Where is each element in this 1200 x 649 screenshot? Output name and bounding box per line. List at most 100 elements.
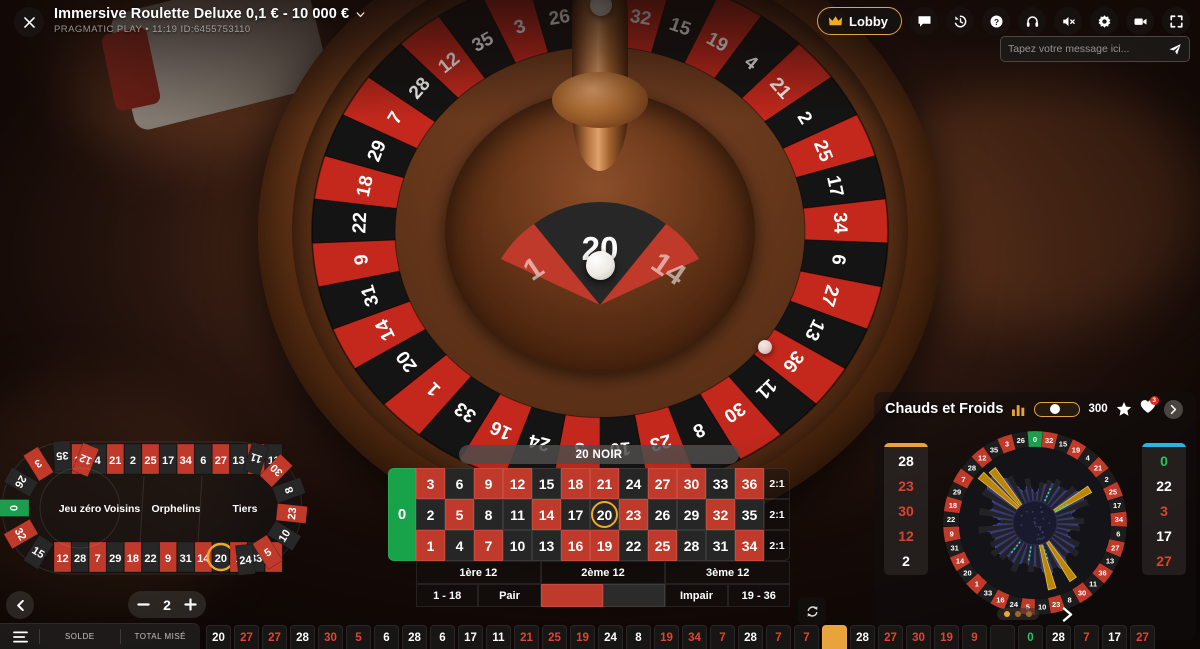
page-dot-2[interactable] [1015, 611, 1021, 617]
send-paper-plane-icon[interactable] [1168, 42, 1182, 56]
favourites-button[interactable]: 3 [1140, 399, 1156, 419]
history-chip[interactable]: 19 [570, 625, 595, 649]
history-chip[interactable] [990, 625, 1015, 649]
outside-bet-pair[interactable]: Pair [478, 584, 540, 607]
history-chip[interactable]: 7 [794, 625, 819, 649]
page-dot-1[interactable] [1004, 611, 1010, 617]
stats-page-dots[interactable] [997, 608, 1039, 620]
history-chip[interactable]: 28 [290, 625, 315, 649]
reload-bets-button[interactable] [798, 597, 826, 625]
history-chip[interactable]: 25 [542, 625, 567, 649]
bet-cell-8[interactable]: 8 [474, 499, 503, 530]
bet-cell-14[interactable]: 14 [532, 499, 561, 530]
chat-input[interactable] [1008, 43, 1168, 55]
history-chip[interactable]: 19 [654, 625, 679, 649]
bet-cell-26[interactable]: 26 [648, 499, 677, 530]
column-bet-3[interactable]: 2:1 [764, 530, 790, 561]
history-chip[interactable]: 24 [598, 625, 623, 649]
chat-button[interactable] [910, 7, 938, 35]
bet-cell-12[interactable]: 12 [503, 468, 532, 499]
history-chip[interactable]: 28 [850, 625, 875, 649]
bet-cell-13[interactable]: 13 [532, 530, 561, 561]
outside-bet-black[interactable] [603, 584, 665, 607]
bet-table[interactable]: 0 3 6 9 12 15 18 21 24 27 30 33 36 2 5 8 11 14 17 20 23 26 29… [388, 468, 790, 607]
history-chip[interactable]: 8 [626, 625, 651, 649]
racetrack-bet-area[interactable]: 1519421225173462713361112287291822931142… [0, 432, 312, 584]
history-chip[interactable]: 28 [738, 625, 763, 649]
history-chip[interactable]: 27 [262, 625, 287, 649]
bet-cell-7[interactable]: 7 [474, 530, 503, 561]
bet-cell-35[interactable]: 35 [735, 499, 764, 530]
bet-cell-30[interactable]: 30 [677, 468, 706, 499]
stats-wheel-chart[interactable]: 0 32 15 19 4 21 2 25 17 34 6 27 13 36 11 30 8 23 10 5 24 16 33… [939, 427, 1131, 619]
history-chip[interactable]: 19 [934, 625, 959, 649]
bet-cell-25[interactable]: 25 [648, 530, 677, 561]
chip-value-stepper[interactable]: 2 [128, 591, 206, 618]
bet-cell-20[interactable]: 20 [590, 499, 619, 530]
dozen-bet-2[interactable]: 2ème 12 [541, 561, 666, 584]
settings-button[interactable] [1090, 7, 1118, 35]
bet-cell-22[interactable]: 22 [619, 530, 648, 561]
history-chip[interactable]: 34 [682, 625, 707, 649]
bet-cell-1[interactable]: 1 [416, 530, 445, 561]
bet-cell-0[interactable]: 0 [388, 468, 416, 561]
minus-icon[interactable] [137, 598, 150, 611]
bet-cell-36[interactable]: 36 [735, 468, 764, 499]
history-chip[interactable]: 7 [766, 625, 791, 649]
bet-cell-18[interactable]: 18 [561, 468, 590, 499]
history-chip[interactable]: 27 [234, 625, 259, 649]
bet-cell-34[interactable]: 34 [735, 530, 764, 561]
bet-cell-15[interactable]: 15 [532, 468, 561, 499]
hamburger-menu-icon[interactable] [13, 631, 28, 643]
chat-input-box[interactable] [1000, 36, 1190, 62]
history-button[interactable] [946, 7, 974, 35]
bet-cell-29[interactable]: 29 [677, 499, 706, 530]
help-button[interactable]: ? [982, 7, 1010, 35]
history-chip[interactable]: 21 [514, 625, 539, 649]
history-chip[interactable]: 17 [1102, 625, 1127, 649]
history-chip[interactable]: 5 [346, 625, 371, 649]
bet-cell-23[interactable]: 23 [619, 499, 648, 530]
history-chip[interactable]: 7 [1074, 625, 1099, 649]
page-dot-3[interactable] [1026, 611, 1032, 617]
bet-cell-21[interactable]: 21 [590, 468, 619, 499]
bet-cell-19[interactable]: 19 [590, 530, 619, 561]
history-chip[interactable]: 6 [374, 625, 399, 649]
history-chip[interactable] [822, 625, 847, 649]
bet-cell-27[interactable]: 27 [648, 468, 677, 499]
bet-cell-9[interactable]: 9 [474, 468, 503, 499]
history-chip[interactable]: 0 [1018, 625, 1043, 649]
bet-cell-5[interactable]: 5 [445, 499, 474, 530]
bet-cell-17[interactable]: 17 [561, 499, 590, 530]
bet-cell-33[interactable]: 33 [706, 468, 735, 499]
history-chip[interactable]: 7 [710, 625, 735, 649]
history-chip[interactable]: 27 [1130, 625, 1155, 649]
history-chip[interactable]: 17 [458, 625, 483, 649]
bet-cell-3[interactable]: 3 [416, 468, 445, 499]
column-bet-2[interactable]: 2:1 [764, 499, 790, 530]
stats-next-button[interactable] [1164, 400, 1183, 419]
bet-cell-31[interactable]: 31 [706, 530, 735, 561]
history-chip[interactable]: 27 [878, 625, 903, 649]
bet-cell-16[interactable]: 16 [561, 530, 590, 561]
history-chip[interactable]: 28 [1046, 625, 1071, 649]
bet-cell-10[interactable]: 10 [503, 530, 532, 561]
bet-cell-32[interactable]: 32 [706, 499, 735, 530]
history-chip[interactable]: 11 [486, 625, 511, 649]
dozen-bet-3[interactable]: 3ème 12 [665, 561, 790, 584]
outside-bet-impair[interactable]: Impair [665, 584, 727, 607]
back-button[interactable] [6, 591, 34, 619]
bet-cell-2[interactable]: 2 [416, 499, 445, 530]
plus-icon[interactable] [184, 598, 197, 611]
bet-cell-4[interactable]: 4 [445, 530, 474, 561]
recent-results-strip[interactable]: 20 27 27 28 30 5 6 28 6 17 11 21 25 19 24 8 19 34 7 28 7 7 28 2… [200, 623, 1200, 649]
title-row[interactable]: Immersive Roulette Deluxe 0,1 € - 10 000… [54, 6, 817, 22]
stats-view-toggle[interactable] [1034, 402, 1080, 417]
outside-bet-red[interactable] [541, 584, 603, 607]
history-chip[interactable]: 6 [430, 625, 455, 649]
history-chip[interactable]: 30 [318, 625, 343, 649]
outside-bet-1936[interactable]: 19 - 36 [728, 584, 790, 607]
close-button[interactable] [14, 7, 44, 37]
column-bet-1[interactable]: 2:1 [764, 468, 790, 499]
history-chip[interactable]: 30 [906, 625, 931, 649]
